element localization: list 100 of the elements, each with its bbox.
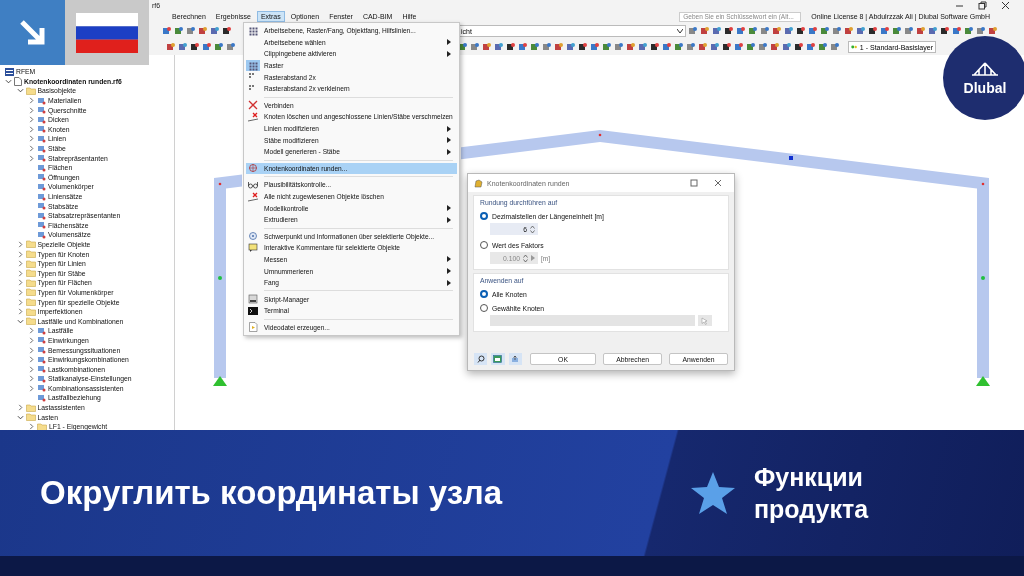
upload-icon <box>511 355 520 363</box>
expand-chevron-icon[interactable] <box>16 260 24 268</box>
radio-button[interactable] <box>480 241 488 249</box>
search-icon <box>476 355 485 363</box>
folder-icon <box>25 269 36 278</box>
collapse-chevron-icon[interactable] <box>5 77 12 85</box>
centroid-icon <box>247 231 259 242</box>
folder-icon <box>25 87 36 95</box>
node-icon <box>218 182 222 186</box>
expand-chevron-icon[interactable] <box>28 327 35 335</box>
radio-button[interactable] <box>480 304 488 312</box>
folder-icon <box>25 259 36 268</box>
expand-chevron-icon[interactable] <box>16 241 24 248</box>
expand-chevron-icon[interactable] <box>28 365 35 373</box>
expand-chevron-icon[interactable] <box>16 288 24 296</box>
grid-icon <box>247 60 259 71</box>
expand-chevron-icon[interactable] <box>28 336 35 344</box>
node-icon <box>218 276 222 280</box>
expand-chevron-icon[interactable] <box>28 116 35 124</box>
object-icon <box>37 230 46 239</box>
delete-icon <box>247 191 259 202</box>
folder-icon <box>25 278 36 287</box>
object-icon <box>37 202 46 211</box>
tool-icon[interactable] <box>506 42 516 52</box>
tool-icon[interactable] <box>796 26 806 36</box>
node-icon <box>598 133 602 137</box>
banner-tag: Функции продукта <box>754 460 904 526</box>
object-icon <box>37 163 46 172</box>
tool-icon[interactable] <box>578 42 588 52</box>
node-icon <box>981 182 985 186</box>
expand-chevron-icon[interactable] <box>16 250 24 258</box>
tool-icon[interactable] <box>868 26 878 36</box>
folder-icon <box>25 298 36 307</box>
tool-icon[interactable] <box>222 26 232 36</box>
table-button[interactable] <box>491 353 505 365</box>
object-icon <box>37 221 46 230</box>
collapse-chevron-icon[interactable] <box>16 413 24 421</box>
expand-chevron-icon[interactable] <box>16 279 24 287</box>
expand-chevron-icon[interactable] <box>16 308 24 316</box>
close-icon[interactable] <box>714 179 722 187</box>
script-icon <box>247 294 259 305</box>
expand-chevron-icon[interactable] <box>28 145 35 153</box>
cross-icon <box>247 100 259 111</box>
expand-chevron-icon[interactable] <box>28 423 35 430</box>
arrow-icon <box>17 17 48 48</box>
expand-chevron-icon[interactable] <box>28 346 35 354</box>
collapse-chevron-icon[interactable] <box>16 87 24 95</box>
folder-icon <box>25 240 36 249</box>
logo-text: Dlubal <box>963 79 1007 96</box>
comment-icon <box>247 242 259 253</box>
tool-icon[interactable] <box>724 26 734 36</box>
expand-chevron-icon[interactable] <box>28 125 35 133</box>
expand-chevron-icon[interactable] <box>28 106 35 114</box>
app-icon <box>5 67 14 76</box>
collapse-chevron-icon[interactable] <box>16 317 24 325</box>
grid-icon <box>247 25 259 36</box>
object-icon <box>37 125 46 134</box>
object-icon <box>37 374 46 383</box>
folder-icon <box>25 403 36 412</box>
table-icon <box>493 355 503 363</box>
expand-chevron-icon[interactable] <box>28 375 35 383</box>
pointer-icon <box>701 316 709 325</box>
tool-icon[interactable] <box>794 42 804 52</box>
support-icon <box>976 376 990 386</box>
video-file-icon <box>247 322 259 333</box>
object-icon <box>37 106 46 115</box>
maximize-icon[interactable] <box>690 179 698 187</box>
expand-chevron-icon[interactable] <box>28 356 35 364</box>
restore-icon[interactable] <box>978 0 987 10</box>
glasses-icon <box>247 179 259 190</box>
folder-icon <box>25 317 36 326</box>
search-button[interactable] <box>474 353 488 365</box>
radio-button[interactable] <box>480 212 488 220</box>
folder-icon <box>25 250 36 259</box>
expand-chevron-icon[interactable] <box>28 384 35 392</box>
tool-icon[interactable] <box>940 26 950 36</box>
export-button[interactable] <box>508 353 522 365</box>
support-icon <box>213 376 227 386</box>
object-icon <box>37 182 46 191</box>
banner-title: Округлить координаты узла <box>40 474 504 512</box>
expand-chevron-icon[interactable] <box>28 154 35 162</box>
object-icon <box>37 134 46 143</box>
crosshair-icon <box>247 163 259 174</box>
terminal-icon <box>247 305 259 316</box>
tool-icon[interactable] <box>722 42 732 52</box>
close-icon[interactable] <box>1001 0 1010 10</box>
expand-chevron-icon[interactable] <box>16 298 24 306</box>
spin-arrows-icon[interactable] <box>530 224 535 234</box>
tool-icon[interactable] <box>650 42 660 52</box>
expand-chevron-icon[interactable] <box>28 135 35 143</box>
radio-button[interactable] <box>480 290 488 298</box>
object-icon <box>37 355 46 364</box>
object-icon <box>37 154 46 163</box>
chevron-down-icon[interactable] <box>677 29 683 33</box>
folder-icon <box>25 413 36 422</box>
tool-icon[interactable] <box>190 42 200 52</box>
object-icon <box>37 365 46 374</box>
expand-chevron-icon[interactable] <box>16 404 24 412</box>
expand-chevron-icon[interactable] <box>28 97 35 105</box>
expand-chevron-icon[interactable] <box>16 269 24 277</box>
